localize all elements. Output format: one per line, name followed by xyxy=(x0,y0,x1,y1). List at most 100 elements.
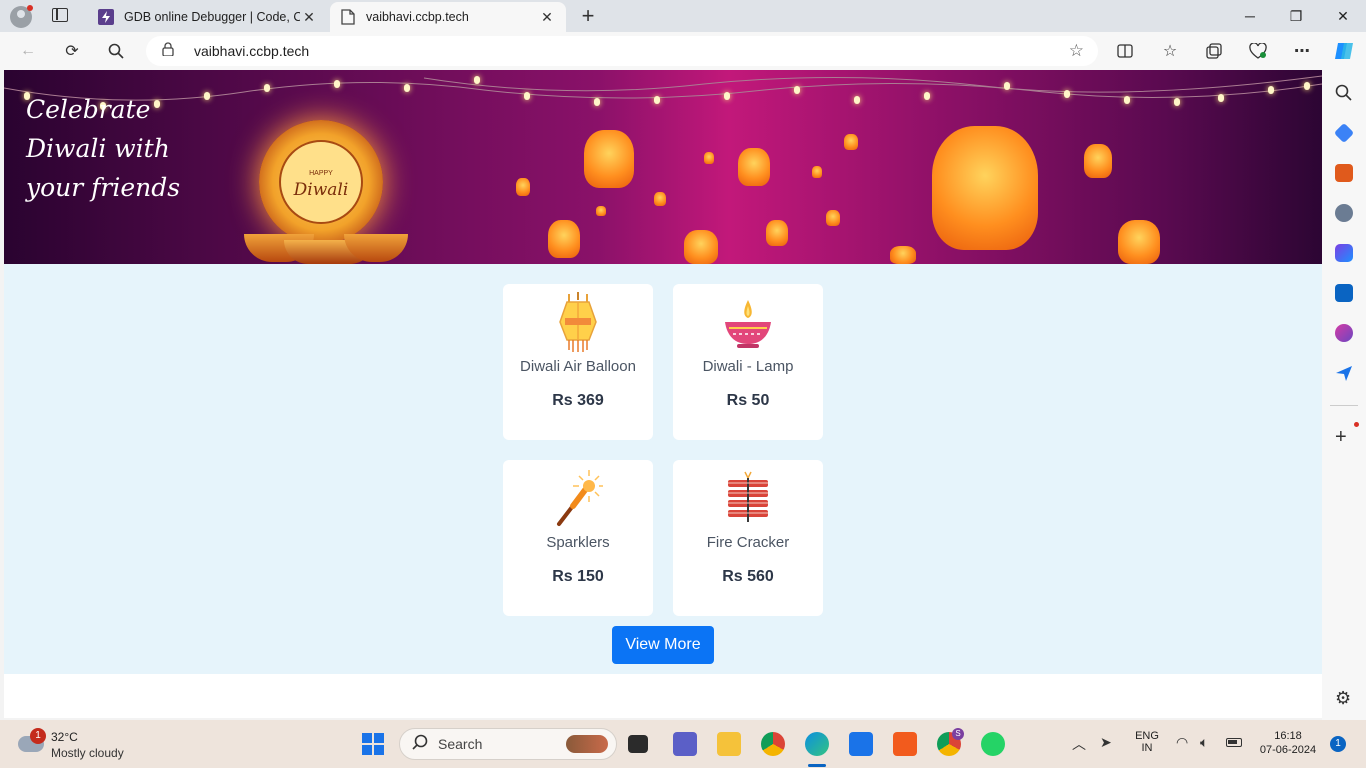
tab-gdb-online[interactable]: GDB online Debugger | Code, Co ✕ xyxy=(88,2,328,32)
wifi-icon[interactable]: ◠ xyxy=(1176,734,1188,751)
split-screen-icon[interactable] xyxy=(1111,37,1139,65)
show-hidden-icons-icon[interactable]: ︿ xyxy=(1072,734,1086,754)
refresh-button[interactable]: ⟳ xyxy=(58,37,86,65)
browser-essentials-icon[interactable] xyxy=(1244,37,1272,65)
sparkler-icon xyxy=(553,468,605,530)
search-icon[interactable] xyxy=(1335,84,1353,107)
brave-icon[interactable] xyxy=(893,732,917,756)
battery-icon[interactable] xyxy=(1226,738,1242,747)
sky-lantern-icon xyxy=(548,220,580,258)
banner-line: your friends xyxy=(26,173,181,202)
microsoft-store-icon[interactable] xyxy=(849,732,873,756)
volume-icon[interactable]: 🔈︎ xyxy=(1200,734,1208,751)
restore-button[interactable]: ❐ xyxy=(1273,0,1319,32)
favorites-icon[interactable]: ☆ xyxy=(1156,37,1184,65)
search-icon xyxy=(412,734,428,755)
light-bulb xyxy=(654,96,660,104)
search-icon[interactable] xyxy=(102,37,130,65)
url-text: vaibhavi.ccbp.tech xyxy=(194,43,310,59)
collections-icon[interactable] xyxy=(1200,37,1228,65)
light-bulb xyxy=(594,98,600,106)
clock[interactable]: 16:18 07-06-2024 xyxy=(1256,730,1320,756)
tools-briefcase-icon[interactable] xyxy=(1335,164,1353,182)
lock-icon[interactable] xyxy=(162,41,176,61)
back-button[interactable]: ← xyxy=(14,37,42,65)
whatsapp-icon[interactable] xyxy=(981,732,1005,756)
notification-dot xyxy=(1354,422,1359,427)
product-price: Rs 150 xyxy=(552,568,604,585)
sky-lantern-icon xyxy=(812,166,822,178)
emblem-happy-text: HAPPY xyxy=(309,170,333,177)
minimize-button[interactable]: ─ xyxy=(1227,0,1273,32)
search-highlight-icon xyxy=(566,735,608,753)
sky-lantern-icon xyxy=(932,126,1038,250)
copilot-icon[interactable] xyxy=(1330,37,1358,65)
light-bulb xyxy=(794,86,800,94)
outlook-icon[interactable] xyxy=(1335,284,1353,302)
sky-lantern-icon xyxy=(704,152,714,164)
light-bulb xyxy=(264,84,270,92)
designer-icon[interactable] xyxy=(1335,324,1353,342)
tab-title: GDB online Debugger | Code, Co xyxy=(124,10,300,24)
weather-description[interactable]: Mostly cloudy xyxy=(51,746,124,760)
product-card[interactable]: Diwali Air Balloon Rs 369 xyxy=(503,284,653,440)
search-label: Search xyxy=(438,736,483,752)
light-bulb xyxy=(1064,90,1070,98)
games-icon[interactable] xyxy=(1335,204,1353,222)
tab-actions-button[interactable] xyxy=(52,8,68,22)
product-card[interactable]: Fire Cracker Rs 560 xyxy=(673,460,823,616)
active-app-indicator xyxy=(808,764,826,767)
product-price: Rs 50 xyxy=(726,392,770,409)
clock-time: 16:18 xyxy=(1274,730,1302,742)
light-bulb xyxy=(404,84,410,92)
light-bulb xyxy=(1174,98,1180,106)
close-tab-icon[interactable]: ✕ xyxy=(538,8,556,26)
new-tab-button[interactable]: + xyxy=(576,3,600,28)
weather-temperature[interactable]: 32°C xyxy=(51,730,78,744)
emblem-diwali-text: Diwali xyxy=(293,180,349,200)
close-tab-icon[interactable]: ✕ xyxy=(300,8,318,26)
sky-lantern-icon xyxy=(890,246,916,264)
edge-browser-icon[interactable] xyxy=(805,732,829,756)
sky-lantern-icon xyxy=(766,220,788,246)
windows-start-icon[interactable] xyxy=(362,733,384,755)
light-bulb xyxy=(474,76,480,84)
add-sidebar-app-icon[interactable]: + xyxy=(1335,426,1347,449)
product-name: Diwali - Lamp xyxy=(702,358,794,375)
teams-meet-icon[interactable] xyxy=(673,732,697,756)
settings-more-icon[interactable]: ⋯ xyxy=(1288,37,1316,65)
product-card[interactable]: Diwali - Lamp Rs 50 xyxy=(673,284,823,440)
region-code: IN xyxy=(1141,742,1153,754)
sidebar-settings-icon[interactable]: ⚙ xyxy=(1335,688,1351,709)
taskbar-search[interactable]: Search xyxy=(399,728,617,760)
product-card[interactable]: Sparklers Rs 150 xyxy=(503,460,653,616)
browser-toolbar: ← ⟳ vaibhavi.ccbp.tech ☆ ☆ ⋯ xyxy=(0,32,1366,70)
address-bar[interactable]: vaibhavi.ccbp.tech ☆ xyxy=(146,36,1098,66)
language-indicator[interactable]: ENG IN xyxy=(1130,730,1164,754)
file-explorer-icon[interactable] xyxy=(717,732,741,756)
microsoft-365-icon[interactable] xyxy=(1335,244,1353,262)
sky-lantern-icon xyxy=(654,192,666,206)
sky-lantern-icon xyxy=(1118,220,1160,264)
location-icon[interactable]: ➤ xyxy=(1100,734,1112,751)
banner-line: Celebrate xyxy=(26,95,151,124)
favorite-star-icon[interactable]: ☆ xyxy=(1069,41,1084,61)
sky-lantern-icon xyxy=(516,178,530,196)
view-more-button[interactable]: View More xyxy=(612,626,714,664)
tab-vaibhavi[interactable]: vaibhavi.ccbp.tech ✕ xyxy=(330,2,566,32)
profile-avatar[interactable] xyxy=(10,5,33,28)
close-window-button[interactable]: ✕ xyxy=(1320,0,1366,32)
banner-line: Diwali with xyxy=(26,134,170,163)
product-name: Fire Cracker xyxy=(706,534,790,551)
shopping-tag-icon[interactable] xyxy=(1333,122,1355,144)
tab-title: vaibhavi.ccbp.tech xyxy=(366,10,469,24)
light-bulb xyxy=(524,92,530,100)
notification-badge[interactable]: 1 xyxy=(1330,736,1346,752)
light-bulb xyxy=(1304,82,1310,90)
tab-strip: GDB online Debugger | Code, Co ✕ vaibhav… xyxy=(0,0,1366,32)
task-view-icon[interactable] xyxy=(628,735,648,753)
web-page: Celebrate Diwali with your friends HAPPY… xyxy=(4,70,1322,718)
chrome-icon[interactable] xyxy=(761,732,785,756)
send-icon[interactable] xyxy=(1335,364,1353,382)
sky-lantern-icon xyxy=(738,148,770,186)
